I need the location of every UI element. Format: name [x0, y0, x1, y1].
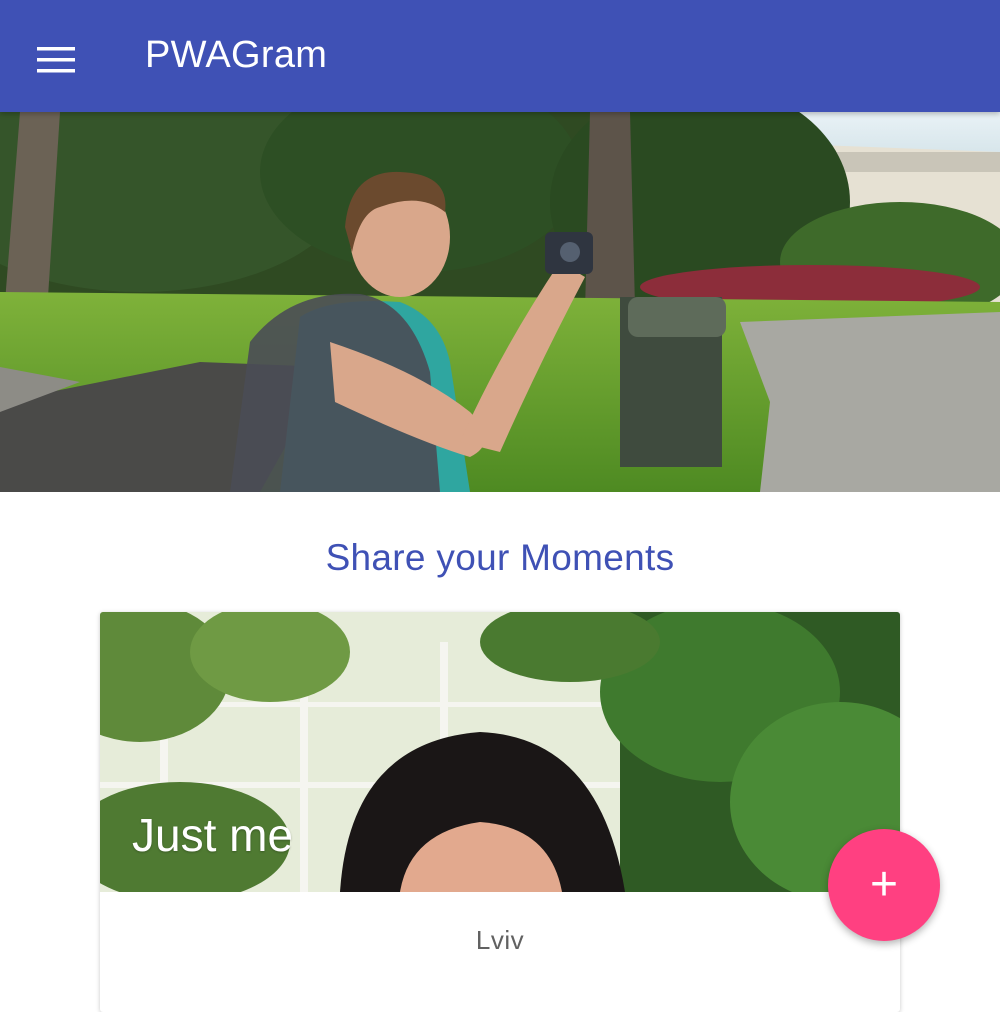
menu-button[interactable]	[22, 28, 90, 92]
section-heading: Share your Moments	[325, 537, 675, 578]
card-image: Just me	[100, 612, 900, 892]
hero-image	[0, 112, 1000, 492]
card-title: Just me	[132, 809, 294, 861]
add-post-button[interactable]: +	[828, 829, 940, 941]
app-bar: PWAGram	[0, 0, 1000, 112]
app-title: PWAGram	[145, 34, 328, 76]
hamburger-menu-icon	[37, 47, 75, 73]
add-icon: +	[869, 858, 899, 911]
